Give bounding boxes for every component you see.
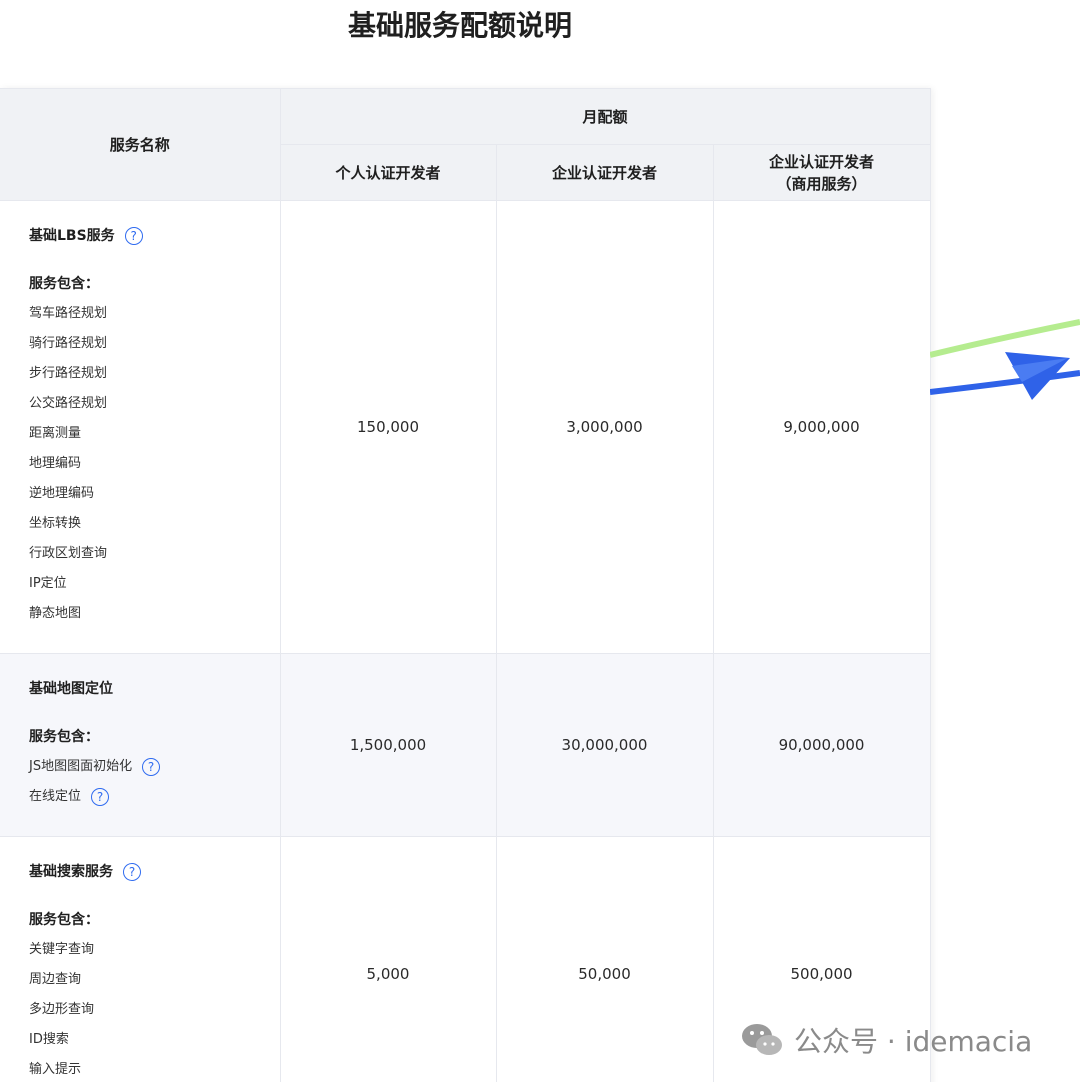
list-item: 坐标转换 <box>29 516 82 531</box>
service-title-text: 基础搜索服务 <box>29 864 113 880</box>
header-monthly-quota: 月配额 <box>279 88 931 145</box>
service-title-text: 基础LBS服务 <box>29 228 115 244</box>
header-enterprise-developer: 企业认证开发者 <box>495 144 714 201</box>
help-icon[interactable]: ? <box>142 758 161 776</box>
list-item: 静态地图 <box>29 606 82 621</box>
help-icon[interactable]: ? <box>123 863 141 881</box>
list-item: 逆地理编码 <box>29 486 95 501</box>
service-title: 基础搜索服务 ? <box>29 861 280 883</box>
list-item: 输入提示 <box>29 1062 82 1077</box>
quota-enterprise: 50,000 <box>495 836 714 1082</box>
service-item-list: 驾车路径规划 骑行路径规划 步行路径规划 公交路径规划 距离测量 地理编码 逆地… <box>29 299 280 629</box>
list-item-label: 在线定位 <box>29 789 82 804</box>
list-item: 距离测量 <box>29 426 82 441</box>
table-row: 基础LBS服务 ? 服务包含： 驾车路径规划 骑行路径规划 步行路径规划 公交路… <box>0 200 931 654</box>
page-title: 基础服务配额说明 <box>347 9 572 42</box>
table-row: 基础地图定位 服务包含： JS地图图面初始化 ? 在线定位 ? 1,500,00… <box>0 653 931 837</box>
blue-route-line <box>930 370 1080 395</box>
service-name-cell: 基础搜索服务 ? 服务包含： 关键字查询 周边查询 多边形查询 ID搜索 输入提… <box>0 836 281 1082</box>
wechat-icon <box>742 1024 782 1055</box>
help-icon[interactable]: ? <box>124 227 143 245</box>
list-item-label: JS地图图面初始化 <box>29 759 133 774</box>
quota-table: 服务名称 月配额 个人认证开发者 企业认证开发者 企业认证开发者 （商用服务） … <box>0 88 931 1082</box>
list-item: 多边形查询 <box>29 1002 95 1017</box>
service-title: 基础地图定位 <box>29 678 280 700</box>
list-item: 骑行路径规划 <box>29 336 108 351</box>
list-item: 在线定位 ? <box>29 782 280 812</box>
list-item: JS地图图面初始化 ? <box>29 752 280 782</box>
watermark: 公众号 · idemacia <box>740 1020 1032 1060</box>
includes-label: 服务包含： <box>29 912 99 928</box>
header-enterprise-commercial: 企业认证开发者 （商用服务） <box>712 144 931 201</box>
header-enterprise-commercial-line2: （商用服务） <box>776 174 867 193</box>
list-item: 公交路径规划 <box>29 396 108 411</box>
service-title: 基础LBS服务 ? <box>29 225 280 247</box>
list-item: 行政区划查询 <box>29 546 108 561</box>
service-item-list: 关键字查询 周边查询 多边形查询 ID搜索 输入提示 <box>29 935 280 1082</box>
header-service-name: 服务名称 <box>0 88 281 201</box>
list-item: ID搜索 <box>29 1032 69 1047</box>
quota-personal: 150,000 <box>279 200 497 654</box>
service-title-text: 基础地图定位 <box>29 681 113 697</box>
service-item-list: JS地图图面初始化 ? 在线定位 ? <box>29 752 280 812</box>
quota-enterprise-commercial: 9,000,000 <box>712 200 931 654</box>
watermark-text: 公众号 · idemacia <box>794 1025 1033 1058</box>
service-name-cell: 基础地图定位 服务包含： JS地图图面初始化 ? 在线定位 ? <box>0 653 281 837</box>
list-item: 地理编码 <box>29 456 82 471</box>
green-route-line <box>930 319 1080 358</box>
includes-label: 服务包含： <box>29 276 99 292</box>
quota-personal: 5,000 <box>279 836 497 1082</box>
quota-personal: 1,500,000 <box>279 653 497 837</box>
list-item: 关键字查询 <box>29 942 95 957</box>
quota-enterprise: 30,000,000 <box>495 653 714 837</box>
decorative-route-lines <box>930 319 1080 400</box>
includes-label: 服务包含： <box>29 729 99 745</box>
help-icon[interactable]: ? <box>91 788 110 806</box>
list-item: 驾车路径规划 <box>29 306 108 321</box>
list-item: 步行路径规划 <box>29 366 108 381</box>
quota-enterprise-commercial: 90,000,000 <box>712 653 931 837</box>
header-personal-developer: 个人认证开发者 <box>279 144 497 201</box>
service-name-cell: 基础LBS服务 ? 服务包含： 驾车路径规划 骑行路径规划 步行路径规划 公交路… <box>0 200 281 654</box>
list-item: 周边查询 <box>29 972 82 987</box>
list-item: IP定位 <box>29 576 67 591</box>
header-enterprise-commercial-line1: 企业认证开发者 <box>769 152 875 171</box>
quota-enterprise: 3,000,000 <box>495 200 714 654</box>
